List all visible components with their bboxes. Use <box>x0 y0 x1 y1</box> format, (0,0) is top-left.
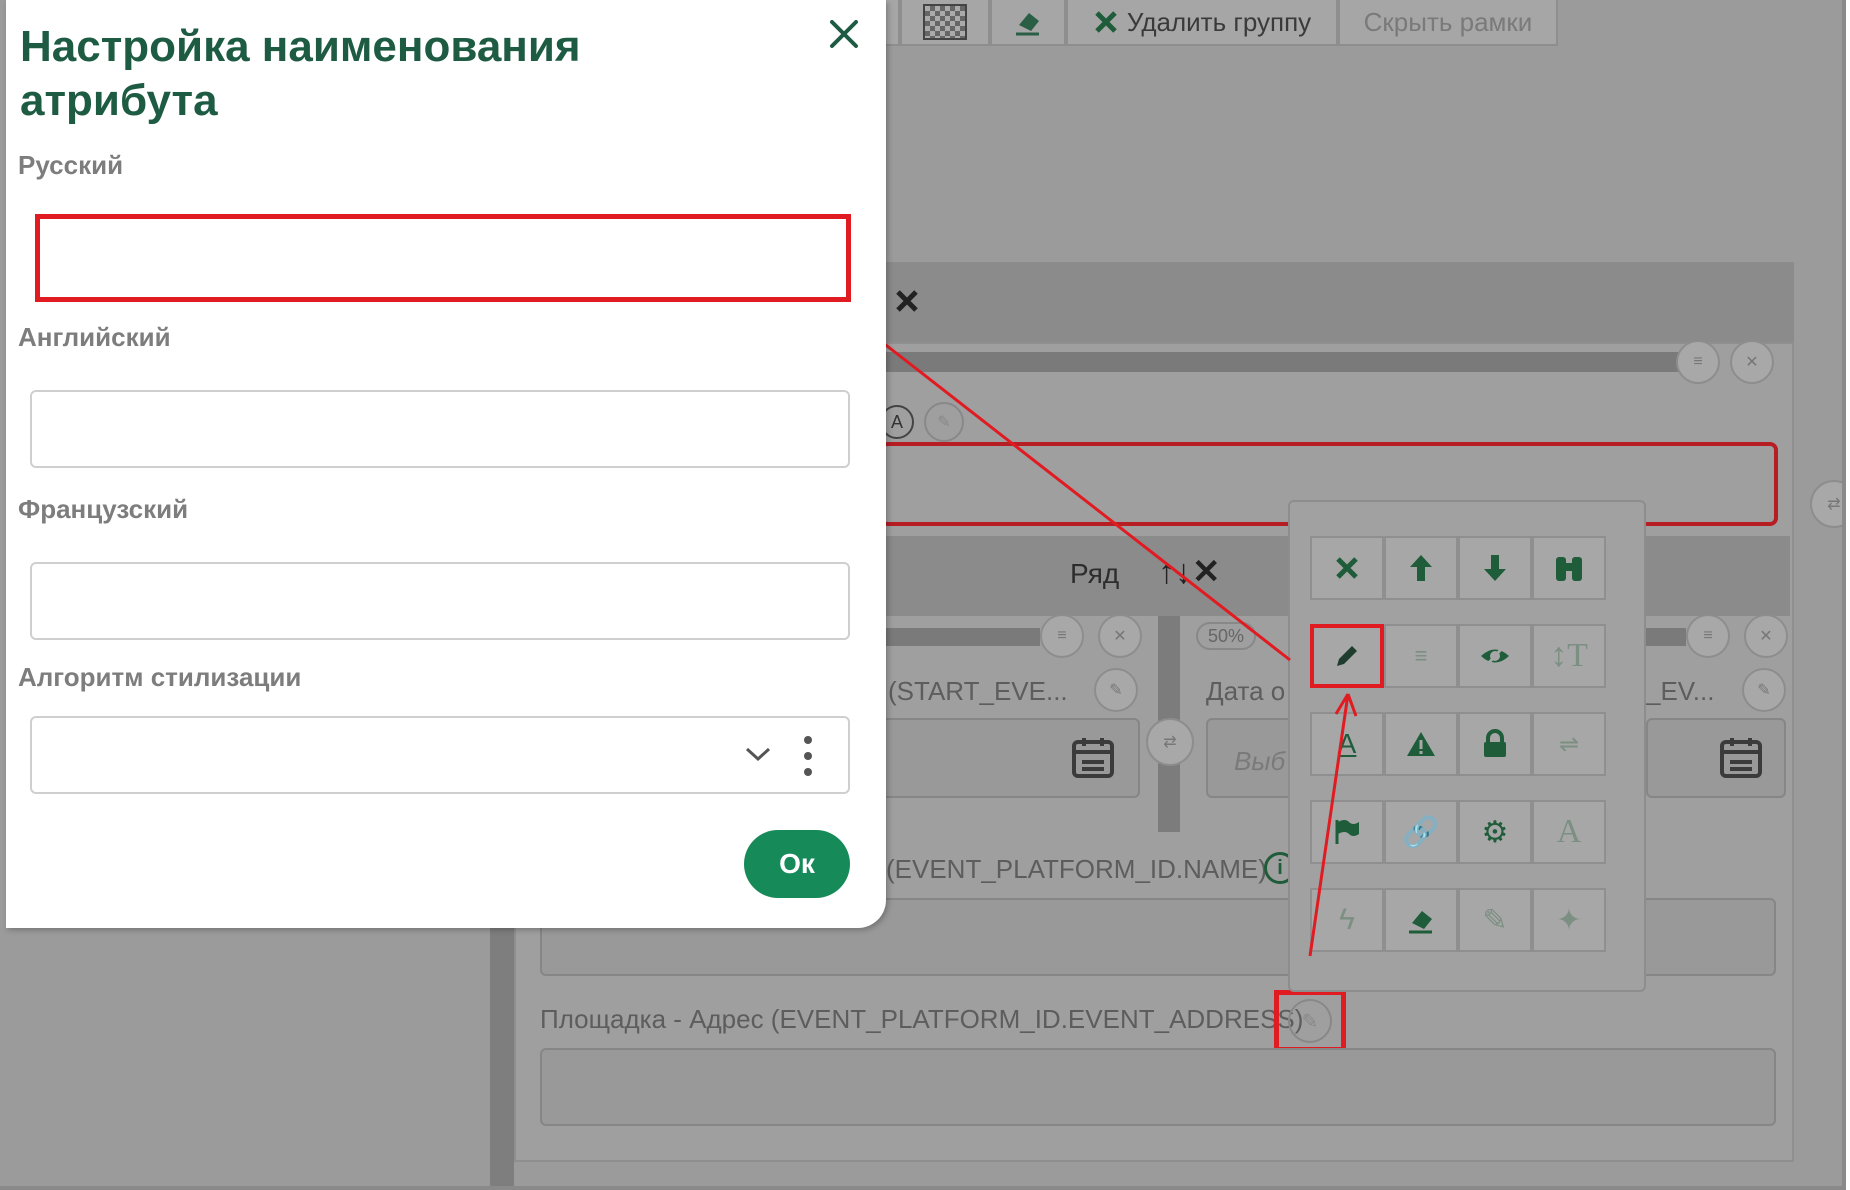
more-vertical-icon[interactable] <box>802 734 814 778</box>
french-input[interactable] <box>30 562 850 640</box>
french-label: Французский <box>18 494 189 524</box>
russian-input[interactable] <box>35 214 851 302</box>
english-label: Английский <box>18 322 171 352</box>
ok-button[interactable]: Ок <box>744 830 850 898</box>
attribute-name-dialog: Настройка наименования атрибута Русский … <box>6 0 886 928</box>
russian-label: Русский <box>18 150 124 180</box>
close-icon[interactable] <box>824 14 864 54</box>
style-algorithm-select[interactable] <box>30 716 850 794</box>
style-algorithm-label: Алгоритм стилизации <box>18 662 302 692</box>
dialog-title: Настройка наименования атрибута <box>20 22 581 125</box>
chevron-down-icon[interactable] <box>744 744 772 764</box>
english-input[interactable] <box>30 390 850 468</box>
